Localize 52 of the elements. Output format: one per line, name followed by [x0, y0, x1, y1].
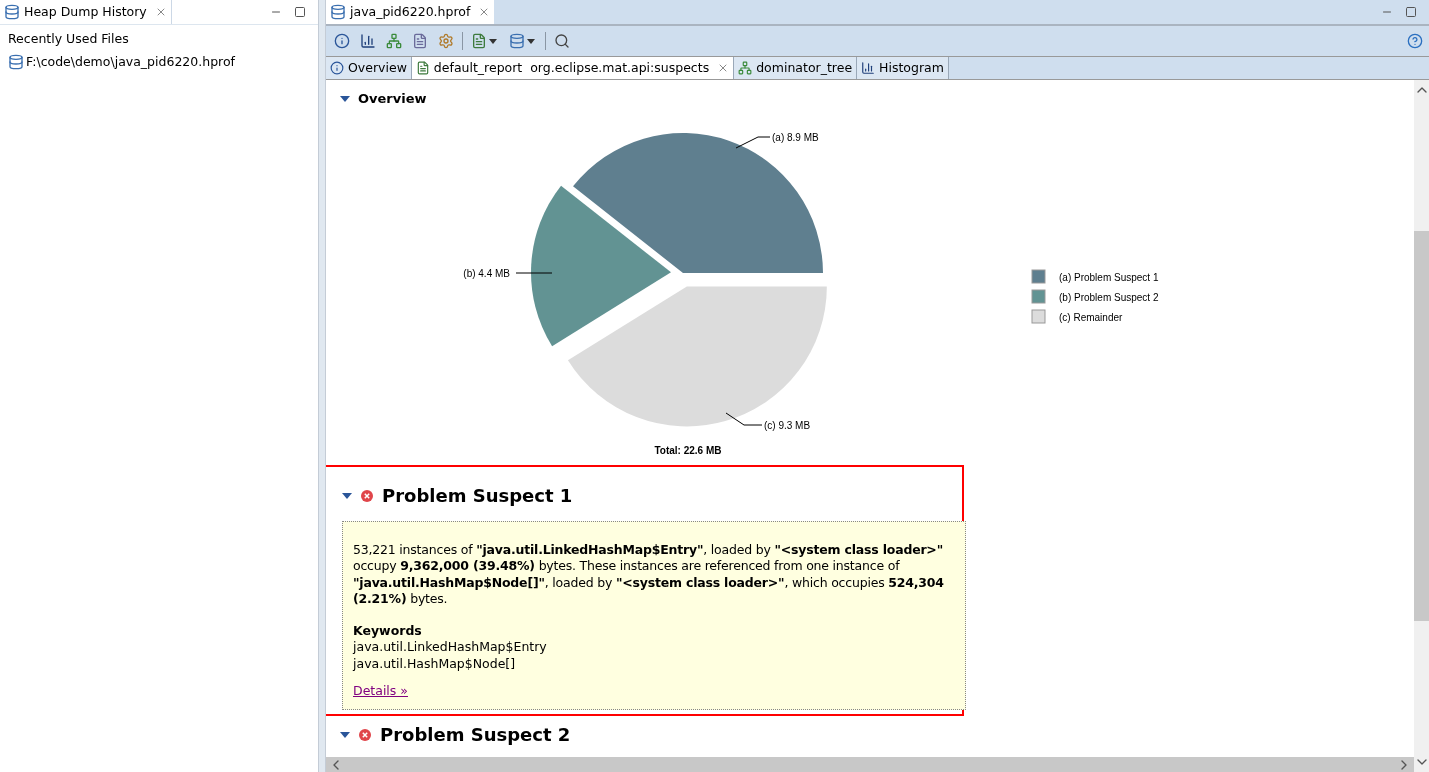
bar-chart-icon — [861, 61, 876, 75]
gear-icon — [438, 33, 454, 49]
collapse-triangle-icon[interactable] — [342, 492, 352, 499]
leader-line — [725, 412, 763, 425]
legend-label: (a) Problem Suspect 1 — [1059, 271, 1159, 283]
slice-label: (c) 9.3 MB — [764, 419, 811, 431]
section-title: Recently Used Files — [7, 30, 130, 48]
bar-chart-icon — [360, 33, 376, 49]
keyword: java.util.LinkedHashMap$Entry — [353, 639, 548, 656]
section-heading: Overview — [358, 90, 427, 108]
scroll-thumb[interactable] — [1414, 231, 1429, 621]
help-icon[interactable] — [1407, 33, 1423, 49]
leader-line — [735, 136, 771, 148]
collapse-triangle-icon[interactable] — [340, 95, 350, 102]
editor-tab[interactable]: java_pid6220.hprof — [326, 0, 495, 24]
info-icon — [334, 33, 350, 49]
report-icon — [415, 61, 430, 75]
legend-label: (b) Problem Suspect 2 — [1059, 291, 1159, 303]
section-heading: Problem Suspect 1 — [382, 484, 573, 508]
tree-icon — [738, 61, 753, 75]
maximize-icon[interactable] — [294, 6, 306, 18]
error-icon — [361, 489, 373, 502]
error-icon — [359, 728, 371, 741]
search-icon — [554, 33, 570, 49]
section-heading: Problem Suspect 2 — [380, 723, 571, 748]
database-icon — [509, 33, 525, 49]
slice-label: (b) 4.4 MB — [463, 267, 510, 279]
horizontal-scrollbar[interactable] — [326, 757, 1414, 772]
legend-label: (c) Remainder — [1059, 311, 1123, 323]
info-icon — [330, 61, 344, 75]
toolbar-button[interactable] — [332, 31, 352, 51]
suspect-description: 53,221 instances of "java.util.LinkedHashMap$Entry", loaded by "<system class loader>" occupy 9,362,000 (39.48%) bytes. These instances are referenced from one instance of "java.util.HashMap$Node[]", loaded by "<system class loader>", which occupies 524,304 (2.21%) bytes. — [353, 541, 945, 608]
report-tab[interactable]: Histogram — [857, 57, 949, 79]
report-tab[interactable]: Overview — [326, 57, 412, 79]
keyword: java.util.HashMap$Node[] — [353, 655, 517, 672]
slice-label: (a) 8.9 MB — [772, 131, 819, 143]
vertical-scrollbar[interactable] — [1414, 80, 1429, 772]
report-tab[interactable]: dominator_tree — [734, 57, 858, 79]
report-icon — [471, 33, 487, 49]
document-icon — [412, 33, 428, 49]
database-icon — [4, 4, 20, 20]
tree-icon — [386, 33, 402, 49]
details-link[interactable]: Details » — [353, 682, 408, 701]
keywords-heading: Keywords — [353, 622, 423, 639]
leader-line — [515, 272, 553, 273]
collapse-triangle-icon[interactable] — [340, 731, 350, 738]
report-tab[interactable]: default_report org.eclipse.mat.api:suspects — [411, 57, 735, 79]
database-icon — [8, 54, 24, 71]
database-icon — [330, 4, 346, 20]
chart-total: Total: 22.6 MB — [654, 444, 722, 456]
file-item[interactable]: F:\code\demo\java_pid6220.hprof — [0, 52, 318, 72]
maximize-icon[interactable] — [1405, 6, 1417, 18]
